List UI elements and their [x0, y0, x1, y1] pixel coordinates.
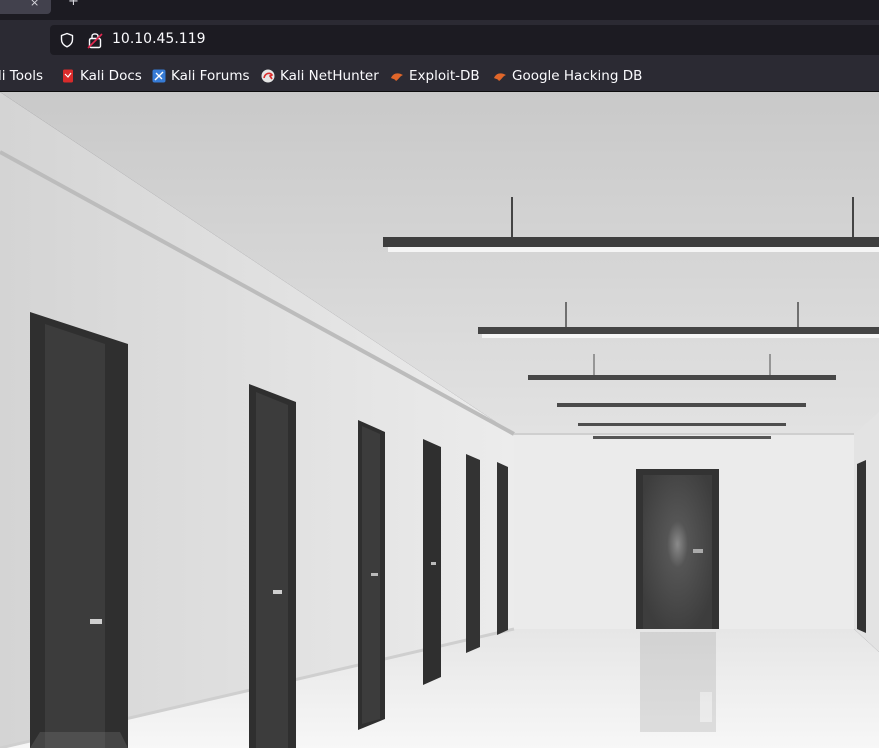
- kali-docs-icon: [61, 69, 75, 83]
- bookmark-google-hacking-db[interactable]: Google Hacking DB: [493, 67, 642, 85]
- navigation-toolbar: 10.10.45.119: [0, 20, 879, 60]
- bookmark-label: li Tools: [0, 68, 44, 84]
- bookmark-kali-forums[interactable]: Kali Forums: [152, 67, 250, 85]
- tab-strip: × +: [0, 0, 879, 20]
- exploit-db-icon: [390, 69, 404, 83]
- page-content: [0, 92, 879, 748]
- bookmarks-toolbar: li Tools Kali Docs Kali Forums Kali NetH…: [0, 60, 879, 92]
- bookmark-kali-tools[interactable]: li Tools: [0, 67, 43, 85]
- tab-close-icon[interactable]: ×: [30, 0, 39, 9]
- kali-nethunter-icon: [261, 69, 275, 83]
- active-tab[interactable]: ×: [0, 0, 51, 14]
- shield-icon[interactable]: [59, 32, 75, 52]
- insecure-lock-icon[interactable]: [87, 31, 103, 53]
- ghdb-icon: [493, 69, 507, 83]
- bookmark-exploit-db[interactable]: Exploit-DB: [390, 67, 480, 85]
- bookmark-label: Kali Forums: [171, 68, 250, 84]
- new-tab-icon[interactable]: +: [68, 0, 79, 9]
- bookmark-kali-nethunter[interactable]: Kali NetHunter: [261, 67, 379, 85]
- bookmark-label: Exploit-DB: [409, 68, 480, 84]
- bookmark-label: Google Hacking DB: [512, 68, 643, 84]
- end-door: [636, 469, 719, 629]
- bookmark-label: Kali Docs: [80, 68, 142, 84]
- bookmark-kali-docs[interactable]: Kali Docs: [61, 67, 142, 85]
- kali-forums-icon: [152, 69, 166, 83]
- bookmark-label: Kali NetHunter: [280, 68, 379, 84]
- url-bar[interactable]: 10.10.45.119: [50, 25, 879, 55]
- corridor-with-doors-image: [0, 92, 879, 748]
- url-text[interactable]: 10.10.45.119: [112, 31, 206, 47]
